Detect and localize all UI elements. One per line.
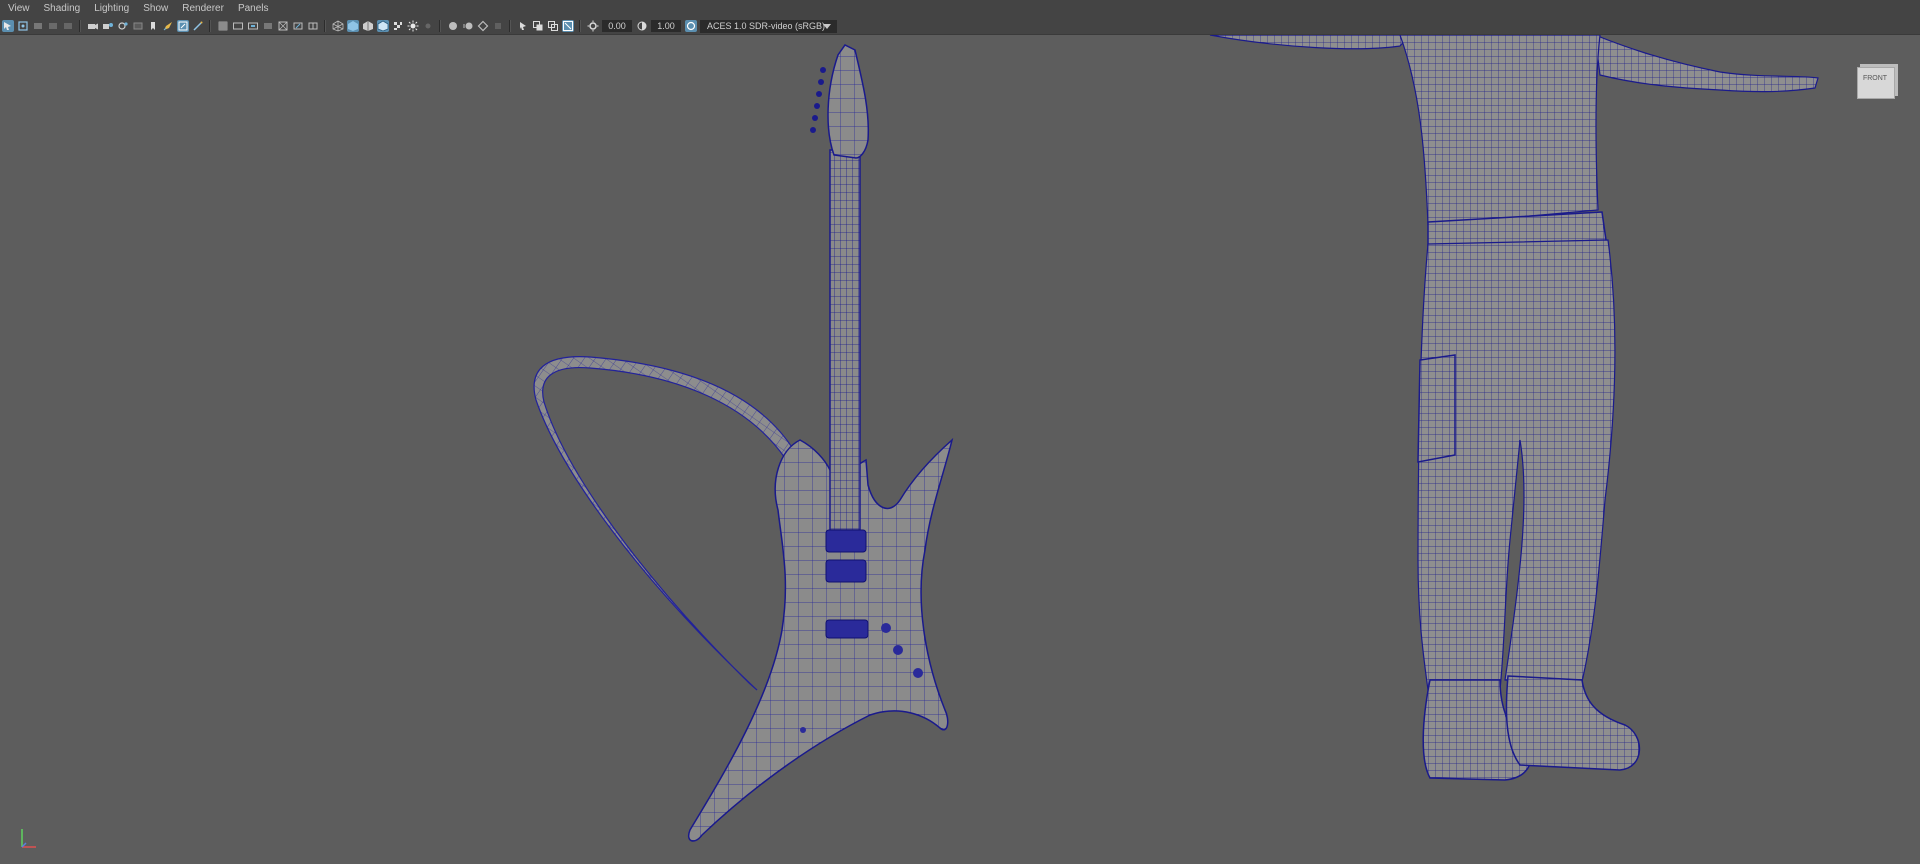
isolate-select-icon[interactable] [517,20,529,32]
chevron-down-icon [823,23,831,29]
wireframe-icon[interactable] [332,20,344,32]
resolution-gate-icon[interactable] [132,20,144,32]
camera-icon[interactable] [87,20,99,32]
menu-shading[interactable]: Shading [36,0,87,18]
camera-tools [85,18,205,34]
select-camera-icon[interactable] [1,20,14,32]
motion-blur-icon[interactable] [462,20,474,32]
anti-aliasing-icon[interactable] [477,20,489,32]
shadows-icon[interactable] [422,20,434,32]
guitar-strap[interactable] [533,356,796,691]
exposure-icon[interactable] [587,20,599,32]
toolbar-separator [439,20,441,32]
lock-camera-icon[interactable] [102,20,114,32]
3d-viewport[interactable]: FRONT [0,35,1920,864]
panel-toolbar: 0.00 1.00 ACES 1.0 SDR-video (sRGB) [0,18,1920,35]
menu-renderer[interactable]: Renderer [174,0,230,18]
gamma-icon[interactable] [636,20,648,32]
textured-icon[interactable] [392,20,404,32]
safe-title-icon[interactable] [307,20,319,32]
display-tools [215,18,320,34]
gamma-field[interactable]: 1.00 [651,20,681,32]
character-body[interactable] [1209,35,1819,781]
xray-icon[interactable] [532,20,544,32]
render-tools [445,18,505,34]
viewcube[interactable]: FRONT [1851,59,1899,101]
xray-active-components-icon[interactable] [561,20,574,32]
wireframe-on-shaded-icon[interactable] [376,20,389,32]
screen-space-ao-icon[interactable] [447,20,459,32]
selection-tools [0,18,75,34]
2d-pan-zoom-icon[interactable] [176,20,189,32]
menu-panels[interactable]: Panels [230,0,275,18]
toolbar-separator [579,20,581,32]
paint-brush-icon[interactable] [192,20,204,32]
menu-show[interactable]: Show [135,0,174,18]
view-transform-dropdown[interactable]: ACES 1.0 SDR-video (sRGB) [700,19,837,33]
image-plane-icon[interactable] [47,20,59,32]
depth-of-field-icon[interactable] [492,20,504,32]
default-material-icon[interactable] [362,20,374,32]
bookmarks-icon[interactable] [32,20,44,32]
camera-film-gate-icon[interactable] [117,20,129,32]
shading-tools [330,18,435,34]
toolbar-separator [509,20,511,32]
camera-attributes-icon[interactable] [17,20,29,32]
toolbar-separator [79,20,81,32]
resolution-gate-toggle-icon[interactable] [247,20,259,32]
panel-menubar: View Shading Lighting Show Renderer Pane… [0,0,1920,18]
color-management-icon[interactable] [684,20,697,32]
isolate-tools [515,18,575,34]
view-transform-icon[interactable] [62,20,74,32]
use-all-lights-icon[interactable] [407,20,419,32]
color-management: 0.00 1.00 ACES 1.0 SDR-video (sRGB) [585,18,837,34]
grease-pencil-icon[interactable] [162,20,174,32]
gate-mask-icon[interactable] [262,20,274,32]
smooth-shade-icon[interactable] [346,20,359,32]
view-transform-label: ACES 1.0 SDR-video (sRGB) [707,20,826,31]
scene-canvas [533,35,1819,842]
guitar[interactable] [688,44,954,842]
xray-joints-icon[interactable] [547,20,559,32]
toolbar-separator [324,20,326,32]
axis-gizmo-icon [16,823,40,851]
maya-viewport-panel: View Shading Lighting Show Renderer Pane… [0,0,1920,864]
film-gate-icon[interactable] [232,20,244,32]
menu-view[interactable]: View [0,0,36,18]
field-chart-icon[interactable] [277,20,289,32]
safe-action-icon[interactable] [292,20,304,32]
bookmark-icon[interactable] [147,20,159,32]
viewcube-label: FRONT [1862,75,1888,82]
grid-icon[interactable] [217,20,229,32]
viewcube-face [1857,67,1895,99]
exposure-field[interactable]: 0.00 [602,20,632,32]
menu-lighting[interactable]: Lighting [86,0,135,18]
toolbar-separator [209,20,211,32]
